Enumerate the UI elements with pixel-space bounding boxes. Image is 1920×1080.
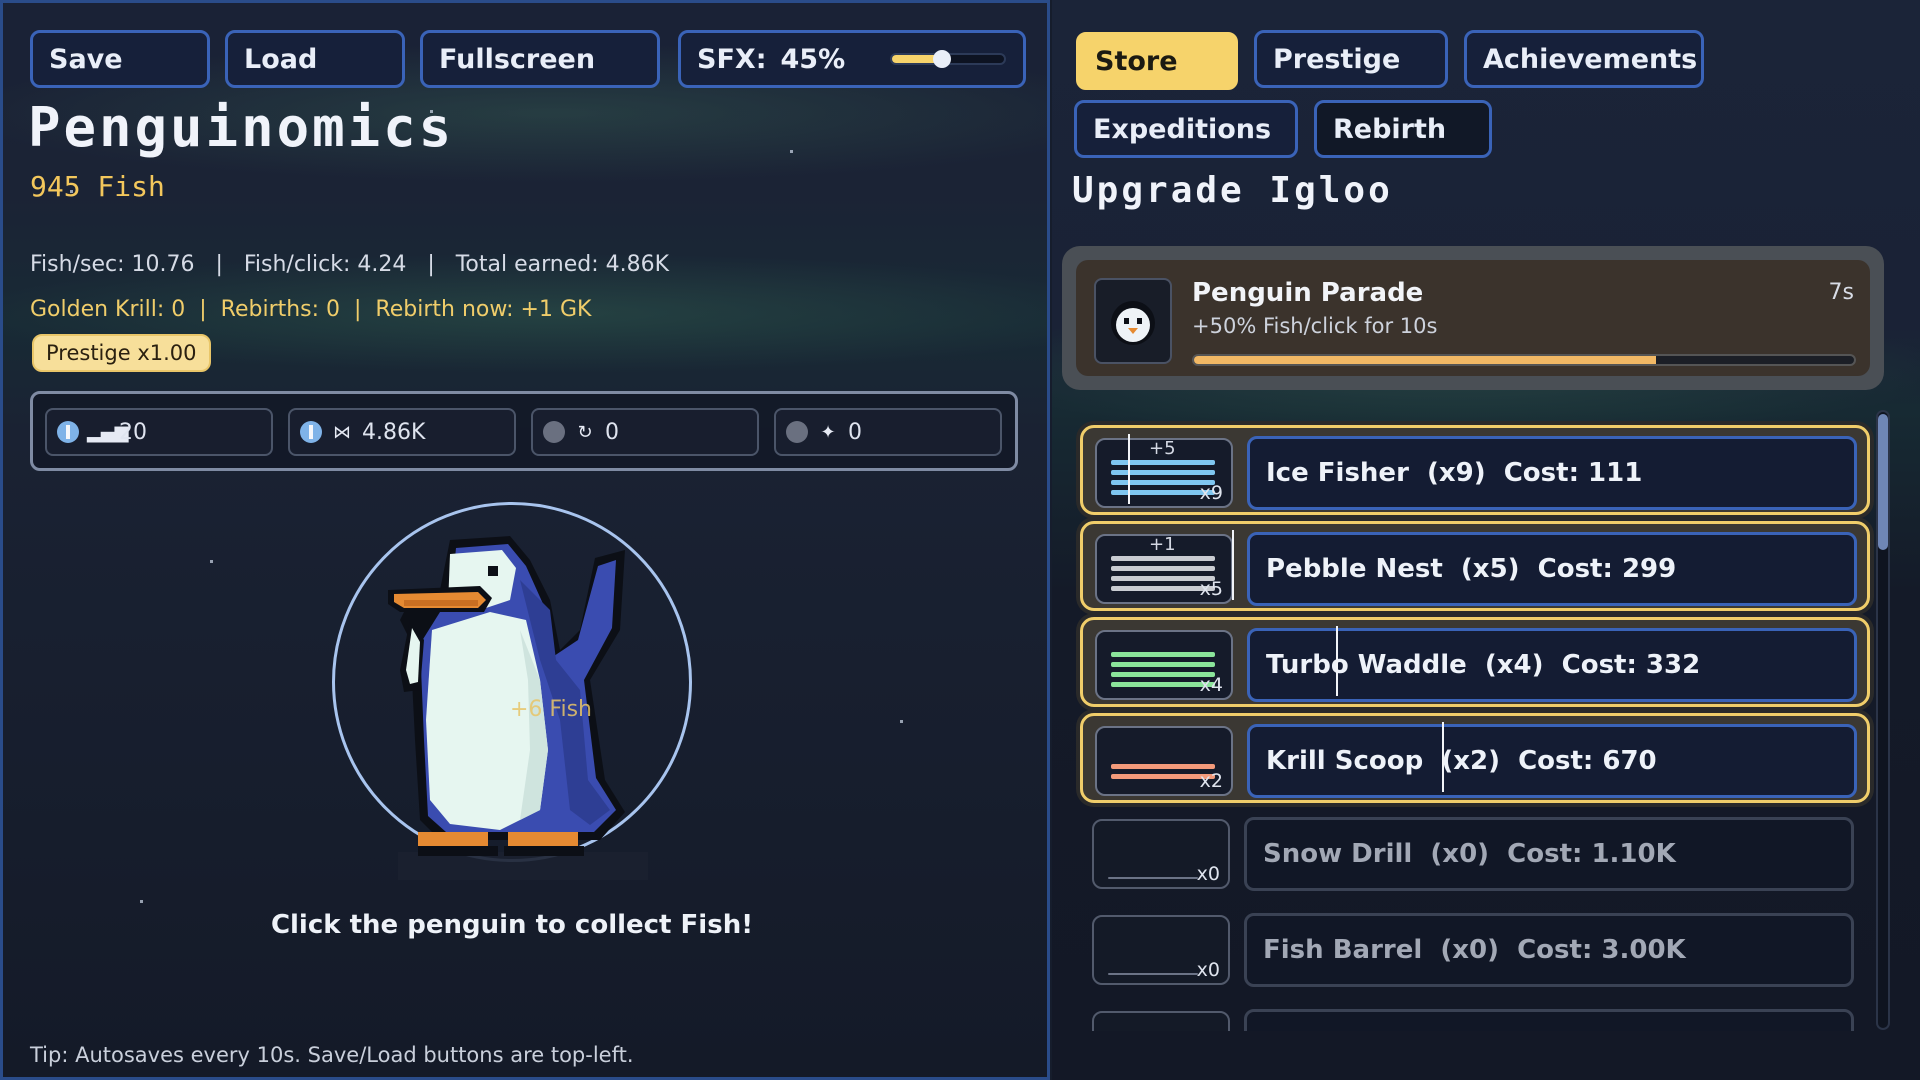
upgrade-bars-icon: +1 x5 bbox=[1095, 534, 1233, 604]
info-icon[interactable] bbox=[300, 421, 322, 443]
game-title: Penguinomics bbox=[28, 96, 455, 159]
event-time-left: 7s bbox=[1828, 280, 1854, 305]
star bbox=[210, 560, 213, 563]
upgrade-row-fish-barrel: x0 Fish Barrel (x0) Cost: 3.00K bbox=[1080, 905, 1870, 995]
event-card-inner: Penguin Parade +50% Fish/click for 10s 7… bbox=[1076, 260, 1870, 376]
event-name: Penguin Parade bbox=[1192, 278, 1424, 308]
buy-ice-fisher-button[interactable]: Ice Fisher (x9) Cost: 111 bbox=[1247, 436, 1857, 510]
tab-rebirth[interactable]: Rebirth bbox=[1314, 100, 1492, 158]
resource-fish: ⋈ 4.86K bbox=[288, 408, 516, 456]
upgrade-row-next bbox=[1080, 1001, 1870, 1031]
section-title: Upgrade Igloo bbox=[1072, 170, 1393, 211]
upgrade-gain-text: +1 bbox=[1149, 534, 1176, 555]
upgrade-row-krill-scoop: x2 Krill Scoop (x2) Cost: 670 bbox=[1080, 713, 1870, 803]
floating-fish-gain: +6 Fish bbox=[510, 697, 592, 722]
upgrade-count: x2 bbox=[1199, 770, 1223, 792]
upgrade-count: x0 bbox=[1196, 959, 1220, 981]
buy-next-upgrade-button[interactable] bbox=[1244, 1009, 1854, 1031]
upgrade-count: x9 bbox=[1199, 482, 1223, 504]
locked-dot-icon bbox=[543, 421, 565, 443]
tab-expeditions[interactable]: Expeditions bbox=[1074, 100, 1298, 158]
upgrade-bars-icon: x4 bbox=[1095, 630, 1233, 700]
star bbox=[900, 720, 903, 723]
star bbox=[790, 150, 793, 153]
upgrade-row-ice-fisher: +5 x9 Ice Fisher (x9) Cost: 111 bbox=[1080, 425, 1870, 515]
save-button[interactable]: Save bbox=[30, 30, 210, 88]
resource-value: 0 bbox=[848, 419, 862, 445]
fullscreen-button[interactable]: Fullscreen bbox=[420, 30, 660, 88]
upgrade-row-snow-drill: x0 Snow Drill (x0) Cost: 1.10K bbox=[1080, 809, 1870, 899]
buy-snow-drill-button[interactable]: Snow Drill (x0) Cost: 1.10K bbox=[1244, 817, 1854, 891]
stats-line-1: Fish/sec: 10.76 | Fish/click: 4.24 | Tot… bbox=[30, 252, 670, 277]
prestige-multiplier-badge: Prestige x1.00 bbox=[32, 334, 211, 372]
resource-penguins: ▂▄▆ 20 bbox=[45, 408, 273, 456]
tab-store[interactable]: Store bbox=[1076, 32, 1238, 90]
resource-sparkle: ✦ 0 bbox=[774, 408, 1002, 456]
event-card: Penguin Parade +50% Fish/click for 10s 7… bbox=[1062, 246, 1884, 390]
upgrade-count: x5 bbox=[1199, 578, 1223, 600]
penguin-face-icon bbox=[1094, 278, 1172, 364]
tab-achievements[interactable]: Achievements bbox=[1464, 30, 1704, 88]
store-scrollbar-thumb[interactable] bbox=[1878, 414, 1888, 550]
cursor-marker bbox=[1232, 530, 1234, 600]
event-progress-bar bbox=[1192, 354, 1856, 366]
upgrade-row-pebble-nest: +1 x5 Pebble Nest (x5) Cost: 299 bbox=[1080, 521, 1870, 611]
sparkle-icon: ✦ bbox=[820, 421, 836, 443]
buy-turbo-waddle-button[interactable]: Turbo Waddle (x4) Cost: 332 bbox=[1247, 628, 1857, 702]
load-button[interactable]: Load bbox=[225, 30, 405, 88]
event-progress-fill bbox=[1194, 356, 1656, 364]
cursor-marker bbox=[1128, 434, 1130, 504]
upgrade-count: x4 bbox=[1199, 674, 1223, 696]
sfx-label: SFX: bbox=[697, 43, 767, 75]
stats-line-2: Golden Krill: 0 | Rebirths: 0 | Rebirth … bbox=[30, 297, 592, 322]
resource-value: 0 bbox=[605, 419, 619, 445]
tab-prestige[interactable]: Prestige bbox=[1254, 30, 1448, 88]
upgrade-bars-icon: +5 x9 bbox=[1095, 438, 1233, 508]
penguin-count-icon: ▂▄▆ bbox=[87, 421, 129, 443]
upgrade-bars-icon bbox=[1092, 1011, 1230, 1031]
fish-count: 945 Fish bbox=[30, 170, 165, 203]
cursor-marker bbox=[1442, 722, 1444, 792]
buy-pebble-nest-button[interactable]: Pebble Nest (x5) Cost: 299 bbox=[1247, 532, 1857, 606]
upgrade-row-turbo-waddle: x4 Turbo Waddle (x4) Cost: 332 bbox=[1080, 617, 1870, 707]
upgrade-bars-icon: x0 bbox=[1092, 819, 1230, 889]
star bbox=[140, 900, 143, 903]
resource-value: 20 bbox=[119, 419, 147, 445]
click-hint: Click the penguin to collect Fish! bbox=[270, 910, 754, 940]
cycle-icon: ↻ bbox=[577, 421, 593, 443]
buy-krill-scoop-button[interactable]: Krill Scoop (x2) Cost: 670 bbox=[1247, 724, 1857, 798]
buy-fish-barrel-button[interactable]: Fish Barrel (x0) Cost: 3.00K bbox=[1244, 913, 1854, 987]
tip-text: Tip: Autosaves every 10s. Save/Load butt… bbox=[30, 1043, 634, 1067]
resource-cycle: ↻ 0 bbox=[531, 408, 759, 456]
event-description: +50% Fish/click for 10s bbox=[1192, 314, 1438, 338]
cursor-marker bbox=[1336, 626, 1338, 696]
upgrade-gain-text: +5 bbox=[1149, 438, 1176, 459]
fish-icon: ⋈ bbox=[333, 421, 351, 443]
upgrade-count: x0 bbox=[1196, 863, 1220, 885]
info-icon[interactable] bbox=[57, 421, 79, 443]
upgrade-bars-icon: x0 bbox=[1092, 915, 1230, 985]
sfx-value: 45% bbox=[780, 43, 846, 75]
upgrade-bars-icon: x2 bbox=[1095, 726, 1233, 796]
resource-bar: ▂▄▆ 20 ⋈ 4.86K ↻ 0 ✦ 0 bbox=[30, 391, 1018, 471]
locked-dot-icon bbox=[786, 421, 808, 443]
resource-value: 4.86K bbox=[362, 419, 426, 445]
